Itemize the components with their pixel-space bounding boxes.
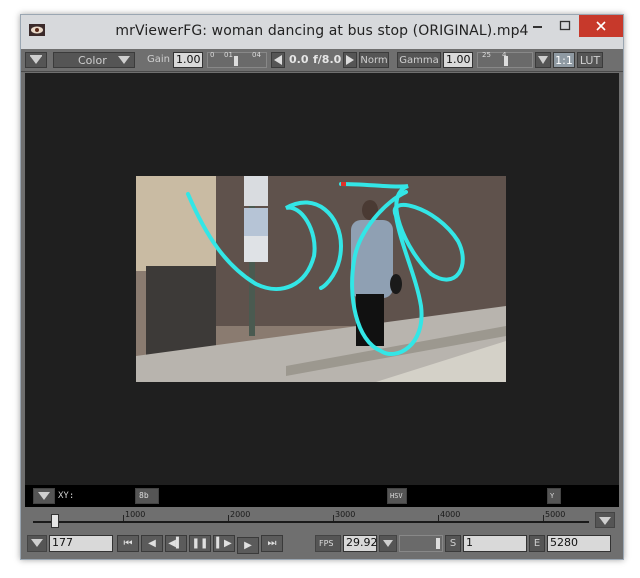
- timeline-tick-label: 2000: [230, 510, 251, 519]
- menu-arrow-icon: [30, 55, 42, 64]
- gain-input[interactable]: 1.00: [173, 52, 203, 68]
- timeline-tick: [333, 515, 334, 521]
- play-backward-icon: ◀▍: [168, 538, 184, 549]
- fps-input[interactable]: 29.92: [343, 535, 378, 552]
- gamma-slider-handle[interactable]: [504, 56, 508, 66]
- timeline-tick: [438, 515, 439, 521]
- gain-tick-2: 04: [252, 51, 261, 59]
- lum-mode-value: Y: [550, 492, 555, 500]
- timeline-tick: [543, 515, 544, 521]
- channel-dropdown[interactable]: Color: [53, 52, 135, 68]
- timeline-tick-label: 3000: [335, 510, 356, 519]
- frame-menu-button[interactable]: [27, 535, 47, 552]
- triangle-right-icon: [346, 55, 354, 65]
- gamma-label: Gamma: [399, 54, 439, 66]
- lum-mode-dropdown[interactable]: Y: [547, 488, 561, 504]
- close-icon: [596, 21, 606, 31]
- end-frame-button[interactable]: E: [529, 535, 545, 552]
- volume-slider[interactable]: [399, 535, 443, 552]
- end-frame-input[interactable]: 5280: [547, 535, 611, 552]
- pause-icon: ❚❚: [191, 538, 209, 549]
- timeline-tick: [228, 515, 229, 521]
- play-forward-button[interactable]: ▍▶: [213, 535, 235, 552]
- play-backward-button[interactable]: ◀▍: [165, 535, 187, 552]
- playback-controls: 177 ⏮ ◀ ◀▍ ❚❚ ▍▶ ▶ ⏭ FPS 29.92 S 1 E 528…: [21, 531, 623, 557]
- gain-slider[interactable]: 0 01 04: [207, 51, 267, 68]
- go-start-button[interactable]: ⏮: [117, 535, 139, 552]
- volume-slider-handle[interactable]: [436, 538, 440, 549]
- fps-dropdown[interactable]: FPS: [315, 535, 341, 552]
- lut-button[interactable]: LUT: [577, 52, 603, 68]
- zoom-1to1-button[interactable]: 1:1: [553, 52, 575, 68]
- start-frame-input[interactable]: 1: [463, 535, 527, 552]
- gain-slider-handle[interactable]: [234, 56, 238, 66]
- title-bar: mrViewerFG: woman dancing at bus stop (O…: [21, 15, 623, 49]
- viewer-toolbar: Color Gain 1.00 0 01 04 0.0 f/8.0 Norm G…: [21, 49, 623, 72]
- pause-button[interactable]: ❚❚: [189, 535, 211, 552]
- chevron-down-icon: [118, 56, 130, 64]
- step-back-button[interactable]: ◀: [141, 535, 163, 552]
- timeline-tick-label: 1000: [125, 510, 146, 519]
- pixel-info-bar: XY: 8b HSV Y: [25, 485, 619, 507]
- menu-button[interactable]: [25, 52, 47, 68]
- hsv-mode-value: HSV: [390, 492, 403, 500]
- close-button[interactable]: [579, 15, 623, 37]
- step-forward-icon: ▶: [244, 540, 252, 551]
- channel-value: Color: [78, 53, 107, 67]
- lut-menu-button[interactable]: [535, 52, 551, 68]
- timeline-line: [33, 521, 589, 523]
- gain-label: Gain: [147, 54, 170, 65]
- chevron-down-icon: [31, 539, 43, 547]
- skip-end-icon: ⏭: [267, 538, 277, 549]
- gamma-tick-0: 25: [482, 51, 491, 59]
- current-frame-input[interactable]: 177: [49, 535, 113, 552]
- image-viewer[interactable]: [25, 73, 619, 485]
- gamma-dropdown[interactable]: Gamma: [397, 52, 441, 68]
- minimize-icon: [533, 26, 542, 28]
- timeline-tick-label: 5000: [545, 510, 566, 519]
- fstop-label: f/8.0: [313, 53, 342, 66]
- play-forward-icon: ▍▶: [216, 538, 232, 549]
- fstop-next-button[interactable]: [343, 52, 357, 68]
- menu-arrow-icon: [38, 492, 50, 500]
- rgb-mode-dropdown[interactable]: 8b: [135, 488, 159, 504]
- app-window: mrViewerFG: woman dancing at bus stop (O…: [20, 14, 624, 560]
- gain-tick-1: 01: [224, 51, 233, 59]
- minimize-button[interactable]: [523, 15, 551, 37]
- maximize-button[interactable]: [551, 15, 579, 37]
- fps-label: FPS: [319, 539, 334, 548]
- loop-mode-button[interactable]: [379, 535, 397, 552]
- video-frame[interactable]: [136, 176, 506, 382]
- timeline-track[interactable]: 1000 2000 3000 4000 5000: [33, 510, 589, 528]
- triangle-left-icon: [274, 55, 282, 65]
- go-end-button[interactable]: ⏭: [261, 535, 283, 552]
- timeline-playhead[interactable]: [51, 514, 59, 528]
- pixel-menu-button[interactable]: [33, 488, 55, 504]
- skip-start-icon: ⏮: [123, 538, 133, 549]
- fstop-value: 0.0: [289, 53, 309, 66]
- timeline[interactable]: 1000 2000 3000 4000 5000: [21, 509, 623, 531]
- chevron-down-icon: [538, 56, 548, 64]
- rgb-mode-value: 8b: [139, 491, 149, 500]
- xy-label: XY:: [58, 491, 75, 501]
- chevron-down-icon: [599, 517, 611, 525]
- gain-tick-0: 0: [210, 51, 215, 59]
- step-forward-button[interactable]: ▶: [237, 537, 259, 554]
- video-frame-image: [136, 176, 506, 382]
- maximize-icon: [559, 20, 571, 31]
- norm-button[interactable]: Norm: [359, 52, 389, 68]
- timeline-menu-button[interactable]: [595, 512, 615, 528]
- step-back-icon: ◀: [148, 538, 156, 549]
- gamma-slider[interactable]: 25 4: [477, 51, 533, 68]
- chevron-down-icon: [383, 540, 393, 547]
- hsv-mode-dropdown[interactable]: HSV: [387, 488, 407, 504]
- timeline-tick-label: 4000: [440, 510, 461, 519]
- gamma-input[interactable]: 1.00: [443, 52, 473, 68]
- fstop-prev-button[interactable]: [271, 52, 285, 68]
- timeline-tick: [123, 515, 124, 521]
- start-frame-button[interactable]: S: [445, 535, 461, 552]
